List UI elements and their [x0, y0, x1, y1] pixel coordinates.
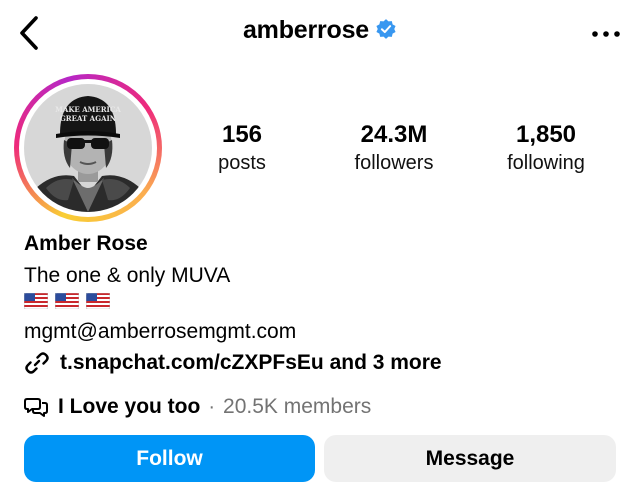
profile-username: amberrose	[242, 16, 370, 44]
stat-posts-value: 156	[221, 121, 263, 148]
stat-followers-value: 24.3M	[360, 121, 428, 148]
bio-link[interactable]: t.snapchat.com/cZXPFsEu and 3 more	[24, 348, 442, 378]
us-flag-icon	[55, 293, 79, 309]
bio-link-text: t.snapchat.com/cZXPFsEu and 3 more	[60, 351, 442, 374]
bio-email[interactable]: mgmt@amberrosemgmt.com	[24, 319, 624, 345]
stat-posts[interactable]: 156 posts	[162, 120, 322, 176]
us-flag-icon	[86, 293, 110, 309]
stat-followers-label: followers	[354, 152, 434, 174]
profile-display-name: Amber Rose	[24, 232, 148, 255]
more-horizontal-icon	[592, 31, 620, 37]
stat-posts-label: posts	[218, 152, 266, 174]
bio-flags	[24, 293, 624, 313]
hat-text-line2: GREAT AGAIN	[60, 114, 117, 123]
more-options-button[interactable]	[590, 22, 622, 46]
channel-separator: ·	[208, 395, 216, 418]
link-icon	[25, 352, 49, 374]
hat-text-line1: MAKE AMERICA	[55, 105, 121, 114]
broadcast-channel-icon	[24, 398, 48, 417]
us-flag-icon	[24, 293, 48, 309]
stat-followers[interactable]: 24.3M followers	[314, 120, 474, 176]
stat-following[interactable]: 1,850 following	[466, 120, 626, 176]
top-bar: amberrose	[0, 0, 640, 66]
profile-page: amberrose MAKE AMERICA GREAT AGAIN 156 p…	[0, 0, 640, 503]
bio-tagline: The one & only MUVA	[24, 264, 231, 287]
stat-following-label: following	[507, 152, 585, 174]
channel-name: I Love you too	[58, 395, 201, 418]
channel-members: 20.5K members	[223, 395, 372, 418]
avatar-image: MAKE AMERICA GREAT AGAIN	[24, 84, 152, 212]
verified-badge-icon	[376, 19, 396, 39]
avatar: MAKE AMERICA GREAT AGAIN	[24, 84, 152, 212]
title-wrap: amberrose	[0, 16, 640, 45]
bio-section: Amber Rose The one & only MUVA mgmt@ambe…	[24, 231, 624, 345]
broadcast-channel[interactable]: I Love you too · 20.5K members	[24, 393, 371, 421]
follow-button[interactable]: Follow	[24, 435, 315, 482]
message-button[interactable]: Message	[324, 435, 616, 482]
stat-following-value: 1,850	[515, 121, 577, 148]
story-ring[interactable]: MAKE AMERICA GREAT AGAIN	[14, 74, 162, 222]
